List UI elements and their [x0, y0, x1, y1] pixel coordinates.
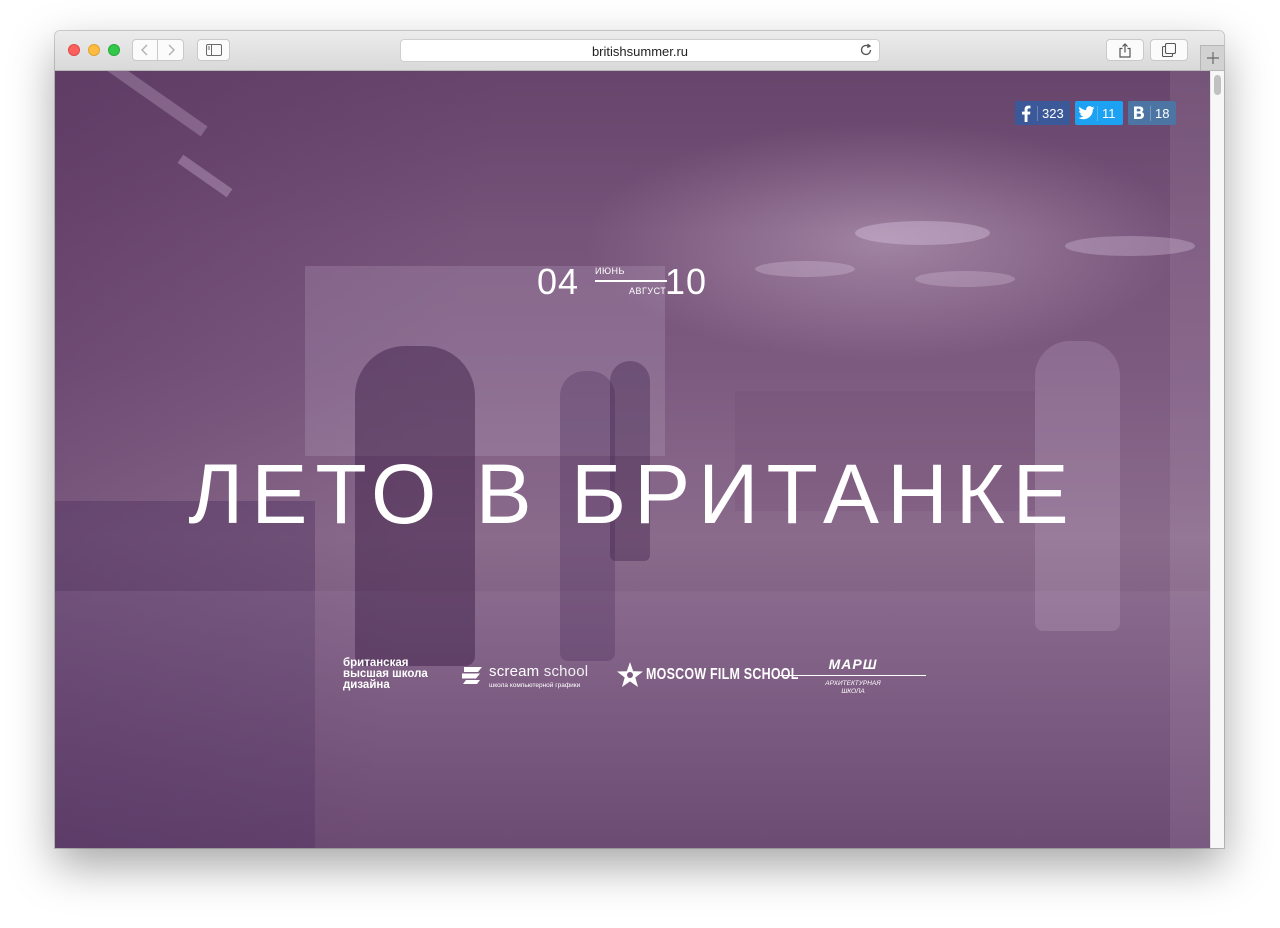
minimize-window-button[interactable]: [88, 44, 100, 56]
url-text: britishsummer.ru: [591, 44, 689, 59]
tabs-icon: [1162, 43, 1176, 57]
show-tabs-button[interactable]: [1150, 39, 1188, 61]
page-title: ЛЕТО В БРИТАНКЕ: [188, 447, 1077, 541]
scream-name-bold: scream: [489, 663, 540, 680]
reload-icon[interactable]: [859, 43, 873, 57]
bhsad-logo[interactable]: британская высшая школа дизайна: [343, 657, 443, 691]
date-separator: [595, 280, 667, 282]
scream-school-mark-icon: [462, 667, 482, 684]
maximize-window-button[interactable]: [108, 44, 120, 56]
scream-name-light: school: [539, 663, 589, 680]
twitter-icon: [1075, 101, 1097, 125]
facebook-icon: [1015, 101, 1037, 125]
twitter-share-button[interactable]: 11: [1075, 101, 1123, 125]
marsh-subtitle: АРХИТЕКТУРНАЯ ШКОЛА: [780, 680, 926, 696]
close-window-button[interactable]: [68, 44, 80, 56]
marsh-logo[interactable]: МАРШ АРХИТЕКТУРНАЯ ШКОЛА: [780, 656, 926, 696]
browser-window: britishsummer.ru 323 11 18 04 ИЮНЬ АВГУС…: [55, 31, 1224, 848]
event-dates: 04 ИЮНЬ АВГУСТ 10: [537, 262, 727, 312]
browser-toolbar: britishsummer.ru: [55, 31, 1224, 71]
chevron-right-icon: [168, 44, 175, 56]
share-icon: [1119, 42, 1131, 58]
scrollbar-thumb[interactable]: [1214, 75, 1221, 95]
sidebar-toggle-button[interactable]: [197, 39, 230, 61]
marsh-divider: [780, 675, 926, 676]
scream-school-name: scream school: [489, 663, 588, 680]
scream-school-subtitle: школа компьютерной графики: [489, 682, 581, 689]
mfs-name: MOSCOW FILM SCHOOL: [646, 666, 799, 683]
end-day: 10: [665, 261, 708, 302]
forward-button[interactable]: [158, 39, 184, 61]
facebook-share-count: 323: [1037, 105, 1064, 121]
start-day: 04: [537, 261, 580, 302]
vertical-scrollbar[interactable]: [1210, 71, 1224, 848]
share-button[interactable]: [1106, 39, 1144, 61]
hero-section: 323 11 18 04 ИЮНЬ АВГУСТ 10 ЛЕТО В БРИТА…: [55, 71, 1210, 848]
chevron-left-icon: [141, 44, 148, 56]
vk-share-button[interactable]: 18: [1128, 101, 1176, 125]
marsh-subtitle-line: ШКОЛА: [841, 688, 865, 695]
vk-share-count: 18: [1150, 105, 1169, 121]
start-month: ИЮНЬ: [595, 266, 625, 276]
back-button[interactable]: [132, 39, 158, 61]
end-month: АВГУСТ: [629, 286, 667, 296]
vk-icon: [1128, 101, 1150, 125]
new-tab-button[interactable]: [1200, 45, 1224, 70]
marsh-name: МАРШ: [828, 656, 878, 672]
sidebar-icon: [205, 44, 222, 56]
bhsad-logo-line: дизайна: [343, 679, 390, 691]
address-bar[interactable]: britishsummer.ru: [400, 39, 880, 62]
star-icon: [617, 662, 643, 687]
plus-icon: [1206, 52, 1219, 64]
facebook-share-button[interactable]: 323: [1015, 101, 1070, 125]
twitter-share-count: 11: [1097, 105, 1116, 121]
marsh-subtitle-line: АРХИТЕКТУРНАЯ: [825, 680, 881, 687]
